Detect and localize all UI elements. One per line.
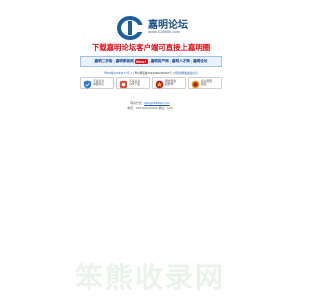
- contact-email-link[interactable]: bbs@528600.com: [144, 101, 169, 105]
- badge-line2: 提醒你: [165, 82, 174, 87]
- police-badge[interactable]: 网络警察 提醒你: [152, 77, 186, 89]
- separator: |: [190, 59, 193, 64]
- app-icon: [119, 80, 128, 88]
- logo-url: www.528600.com: [148, 30, 181, 34]
- nav-link-secondhand[interactable]: 嘉明二手街: [95, 59, 113, 64]
- new-badge: New!: [134, 59, 148, 64]
- contact-line: 联系方式：bbs@528600.com: [0, 101, 300, 105]
- logo-title: 嘉明论坛: [148, 20, 188, 31]
- download-banner[interactable]: 下载嘉明论坛客户端可直接上嘉明圈: [78, 42, 224, 53]
- nav-link-realestate[interactable]: 嘉明房产网: [151, 59, 169, 64]
- icp-link[interactable]: 粤ICP备12043177号-1: [104, 72, 132, 75]
- site-logo[interactable]: 嘉明论坛 www.528600.com: [116, 14, 188, 42]
- contact-label: 联系方式：: [130, 101, 145, 105]
- registration-info: 粤ICP备12043177号-1 | 粤公网安备44190002000XX号 |…: [78, 71, 224, 75]
- watermark: 笨熊收录网: [74, 261, 225, 294]
- separator: |: [169, 59, 171, 64]
- badge-icon: [191, 80, 200, 88]
- security-record-badge[interactable]: 嘉兴网安 备案: [188, 77, 222, 89]
- badge-line2: APP下载: [129, 82, 140, 87]
- police-icon: [155, 80, 164, 88]
- app-download-badge[interactable]: 不良信息 APP下载: [116, 77, 150, 89]
- nav-link-forum[interactable]: 嘉明论坛: [193, 59, 207, 64]
- separator: |: [113, 59, 115, 64]
- badge-line2: 备案: [201, 82, 207, 87]
- business-record-link[interactable]: 经营性网站备案信息: [174, 72, 197, 75]
- badge-line2: 举报中心: [93, 82, 105, 87]
- nav-link-home-decor[interactable]: 嘉明家装网: [116, 59, 134, 64]
- separator: |: [148, 59, 150, 64]
- nav-link-bar: 嘉明二手街 | 嘉明家装网 New! | 嘉明房产网 | 嘉明人才网 | 嘉明论…: [80, 56, 222, 67]
- shield-icon: [83, 79, 92, 89]
- nav-link-jobs[interactable]: 嘉明人才网: [172, 59, 190, 64]
- logo-mark-icon: [117, 16, 144, 40]
- license-line: 电话：XXX-XXXXXXXX 地址：XXX: [127, 106, 173, 110]
- report-center-badge[interactable]: 不良信息 举报中心: [80, 77, 114, 89]
- police-record: | 粤公网安备44190002000XX号 |: [132, 72, 175, 75]
